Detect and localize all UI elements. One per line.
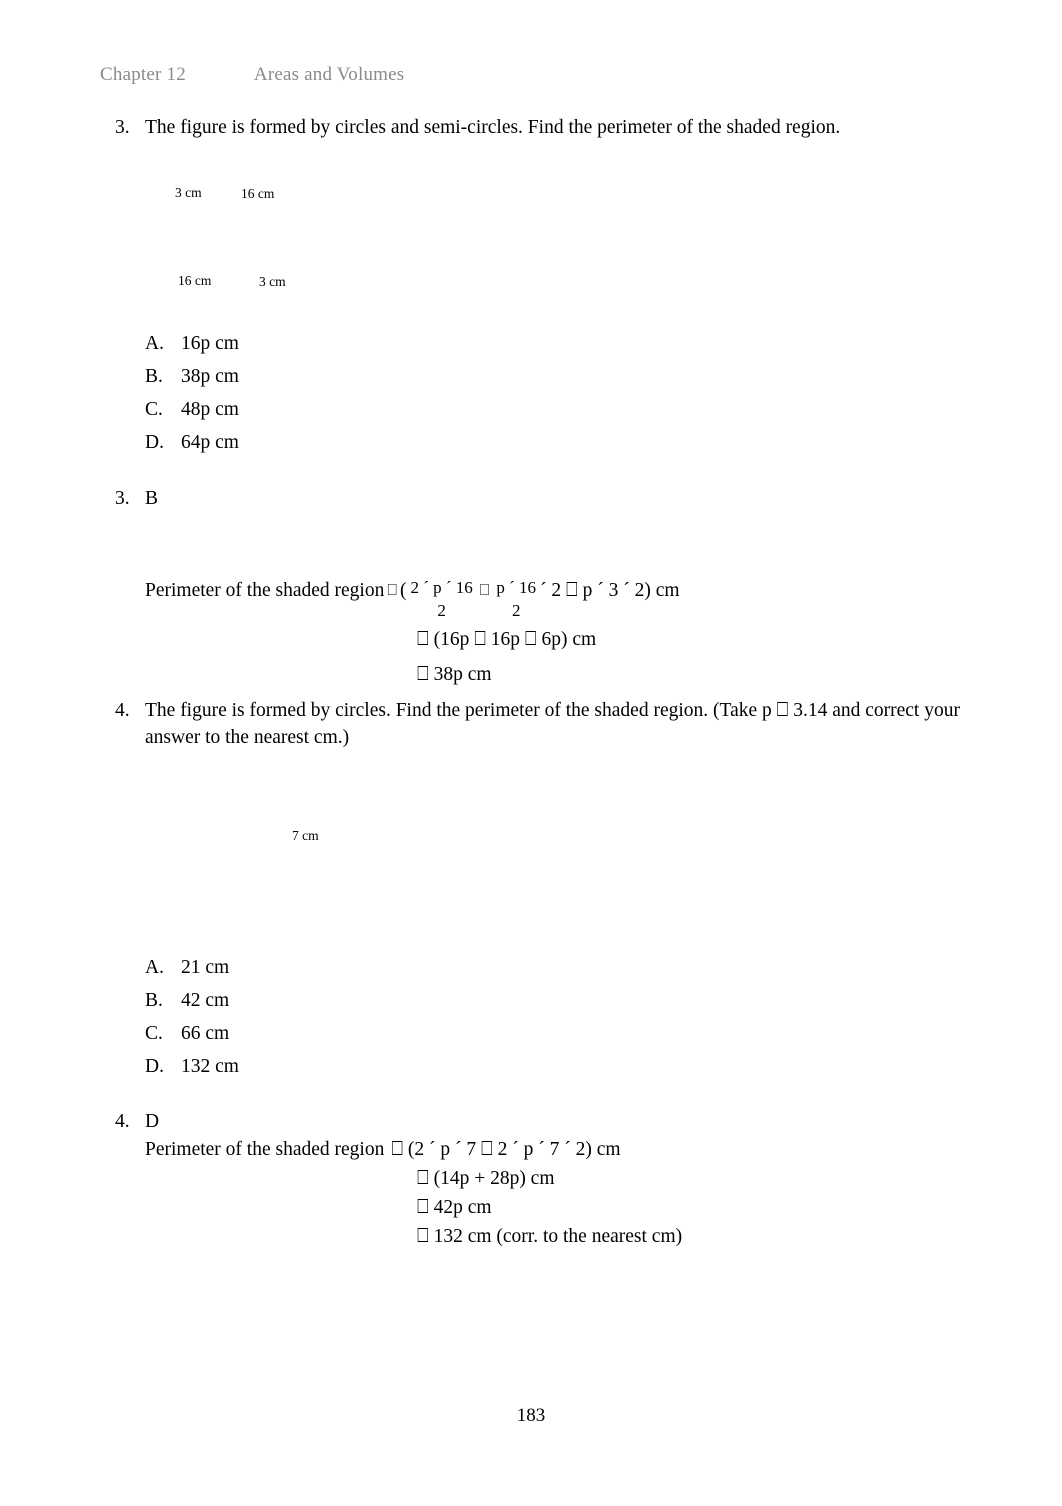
answer-4-working: Perimeter of the shaded region ⎕ (2 ´ p …	[145, 1136, 1005, 1250]
answer-3-letter: B	[145, 488, 159, 509]
option-a-text: 21 cm	[181, 957, 230, 978]
answer-3-line-3-text: ⎕ 38p cm	[417, 663, 492, 685]
answer-4-letter: D	[145, 1111, 160, 1132]
answer-4: 4. D	[115, 1108, 995, 1135]
answer-3: 3. B	[115, 485, 995, 512]
option-a[interactable]: A. 16p cm	[145, 333, 445, 366]
option-c-text: 48p cm	[181, 399, 239, 420]
dimension-label: 3 cm	[259, 274, 286, 289]
dimension-label: 7 cm	[292, 828, 319, 843]
answer-3-work-label: Perimeter of the shaded region	[145, 580, 385, 601]
fraction-1-numerator: 2 ´ p ´ 16	[410, 578, 473, 597]
option-b[interactable]: B. 38p cm	[145, 366, 445, 399]
option-c[interactable]: C. 48p cm	[145, 399, 445, 432]
answer-3-open-paren: (	[399, 580, 407, 601]
answer-4-line-1-expr: ⎕ (2 ´ p ´ 7 ⎕ 2 ´ p ´ 7 ´ 2) cm	[391, 1139, 621, 1160]
option-d-letter: D.	[145, 432, 164, 453]
answer-4-number: 4.	[115, 1111, 130, 1132]
fraction-1: 2 ´ p ´ 16 2	[408, 578, 474, 620]
fraction-2-denominator: 2	[511, 600, 521, 620]
option-a-letter: A.	[145, 957, 164, 978]
option-b-text: 42 cm	[181, 990, 230, 1011]
question-3-options: A. 16p cm B. 38p cm C. 48p cm D. 64p cm	[145, 333, 445, 465]
option-b[interactable]: B. 42 cm	[145, 990, 445, 1023]
question-4: 4. The figure is formed by circles. Find…	[115, 697, 975, 751]
answer-4-line-3-text: ⎕ 42p cm	[417, 1197, 492, 1218]
option-c-letter: C.	[145, 399, 163, 420]
option-d-text: 132 cm	[181, 1056, 239, 1077]
answer-3-formula-line: Perimeter of the shaded region ⎕ ( 2 ´ p…	[145, 577, 1005, 620]
option-d-letter: D.	[145, 1056, 164, 1077]
option-a-text: 16p cm	[181, 333, 239, 354]
option-c-letter: C.	[145, 1023, 163, 1044]
option-c-text: 66 cm	[181, 1023, 230, 1044]
dimension-label: 3 cm	[175, 185, 202, 200]
option-a-letter: A.	[145, 333, 164, 354]
fraction-2: p ´ 16 2	[494, 578, 538, 620]
question-3-number: 3.	[115, 117, 130, 138]
option-d-text: 64p cm	[181, 432, 239, 453]
document-page: Chapter 12 Areas and Volumes 3. The figur…	[0, 0, 1062, 1506]
answer-4-line-1: Perimeter of the shaded region ⎕ (2 ´ p …	[145, 1136, 1005, 1163]
question-3-text: The figure is formed by circles and semi…	[145, 117, 841, 138]
running-header: Chapter 12 Areas and Volumes	[100, 64, 404, 86]
option-c[interactable]: C. 66 cm	[145, 1023, 445, 1056]
answer-3-line-2: ⎕ (16p ⎕ 16p ⎕ 6p) cm	[417, 626, 1005, 653]
question-3: 3. The figure is formed by circles and s…	[115, 114, 975, 141]
header-topic: Areas and Volumes	[253, 64, 405, 85]
mid-glyph: ⎕	[479, 580, 490, 599]
option-a[interactable]: A. 21 cm	[145, 957, 445, 990]
question-4-number: 4.	[115, 700, 130, 721]
answer-4-line-4: ⎕ 132 cm (corr. to the nearest cm)	[417, 1223, 1005, 1250]
equals-glyph: ⎕	[387, 580, 397, 599]
answer-4-head: 4. D	[115, 1108, 995, 1135]
option-d[interactable]: D. 64p cm	[145, 432, 445, 465]
question-4-options: A. 21 cm B. 42 cm C. 66 cm D. 132 cm	[145, 957, 445, 1089]
option-b-letter: B.	[145, 366, 163, 387]
answer-4-line-3: ⎕ 42p cm	[417, 1194, 1005, 1221]
answer-3-head: 3. B	[115, 485, 995, 512]
answer-3-line-2-text: ⎕ (16p ⎕ 16p ⎕ 6p) cm	[417, 628, 597, 650]
answer-3-number: 3.	[115, 488, 130, 509]
answer-3-formula-tail: ´ 2 ⎕ p ´ 3 ´ 2) cm	[540, 580, 680, 601]
header-chapter: Chapter 12	[100, 64, 186, 85]
answer-3-line-3: ⎕ 38p cm	[417, 661, 1005, 688]
dimension-label: 16 cm	[178, 273, 212, 288]
page-number: 183	[516, 1405, 546, 1426]
fraction-2-numerator: p ´ 16	[496, 578, 537, 597]
answer-4-work-label: Perimeter of the shaded region	[145, 1139, 385, 1160]
answer-4-line-4-text: ⎕ 132 cm (corr. to the nearest cm)	[417, 1226, 683, 1247]
dimension-label: 16 cm	[241, 186, 275, 201]
answer-4-line-2-text: ⎕ (14p + 28p) cm	[417, 1168, 555, 1189]
fraction-1-denominator: 2	[437, 600, 446, 620]
option-d[interactable]: D. 132 cm	[145, 1056, 445, 1089]
answer-3-working: Perimeter of the shaded region ⎕ ( 2 ´ p…	[145, 577, 1005, 688]
option-b-text: 38p cm	[181, 366, 239, 387]
option-b-letter: B.	[145, 990, 163, 1011]
question-4-text: The figure is formed by circles. Find th…	[145, 700, 960, 748]
answer-4-line-2: ⎕ (14p + 28p) cm	[417, 1165, 1005, 1192]
